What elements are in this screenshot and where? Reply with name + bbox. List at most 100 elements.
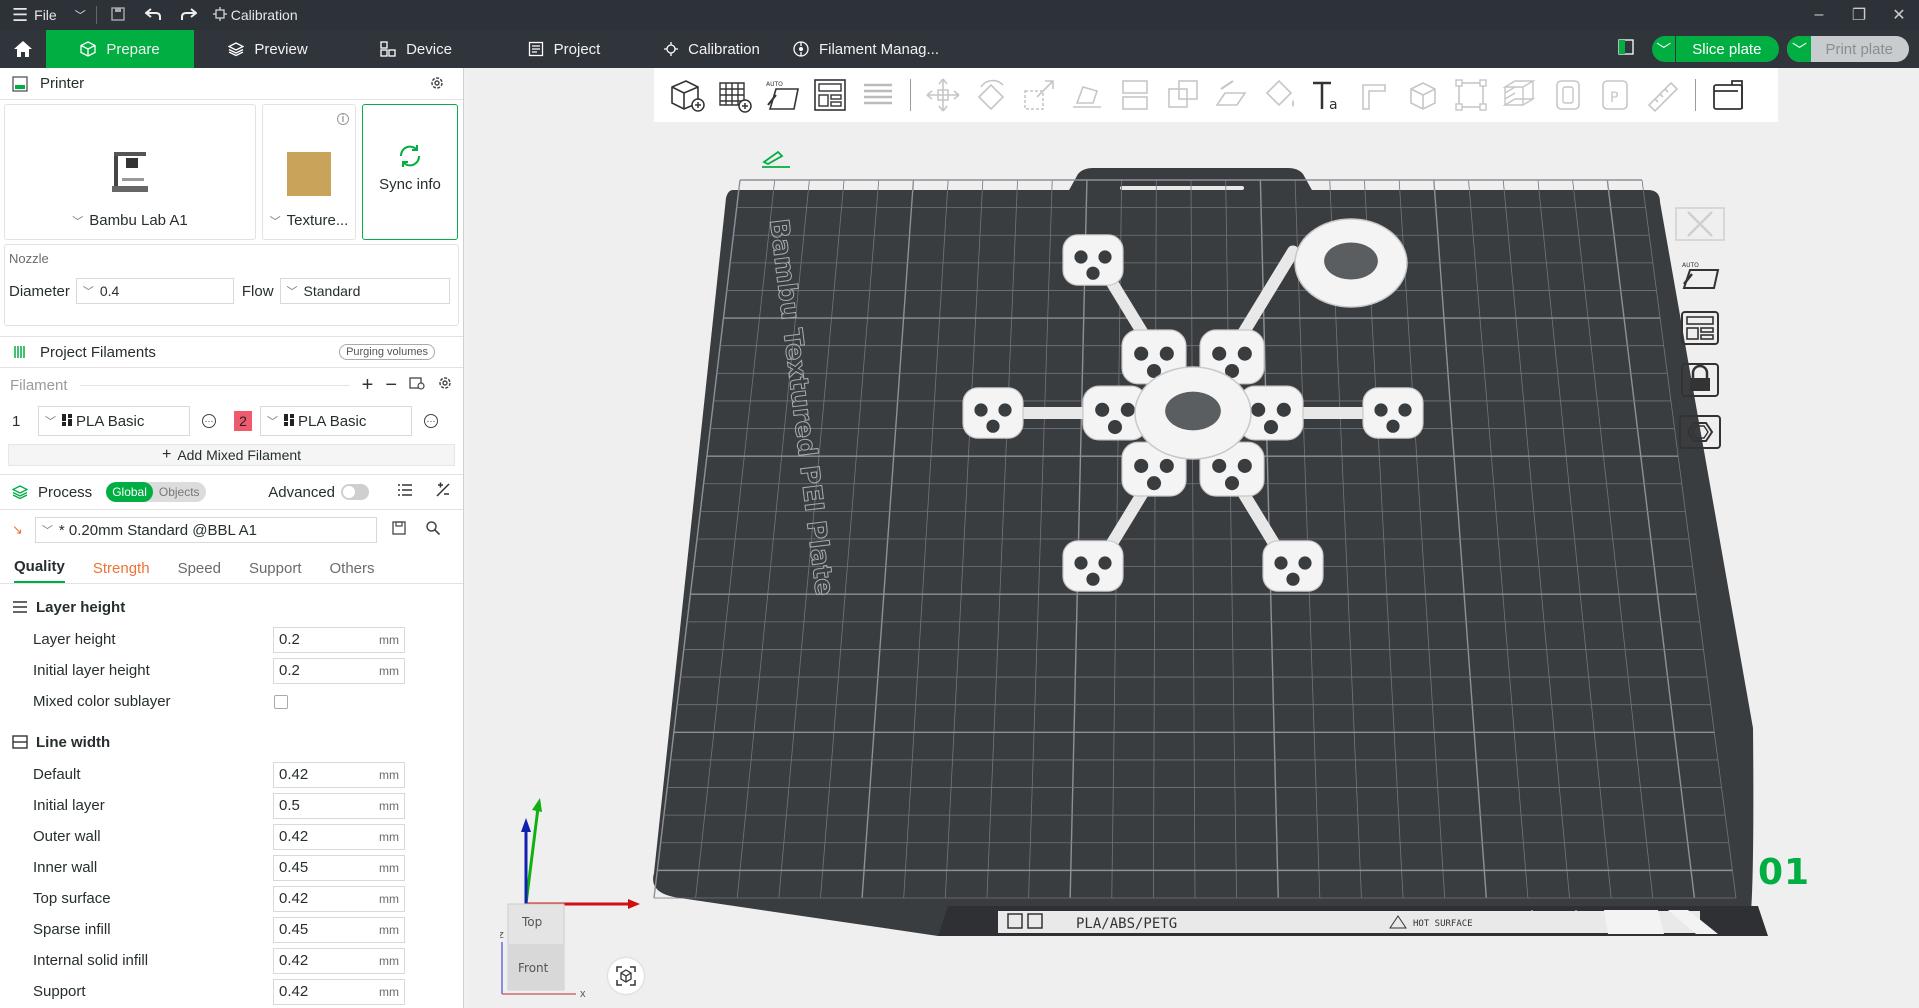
filament-select[interactable]: ﹀ PLA Basic bbox=[260, 406, 412, 436]
tab-quality[interactable]: Quality bbox=[14, 558, 65, 583]
rotate-button[interactable] bbox=[967, 71, 1015, 119]
assembly-button[interactable] bbox=[1399, 71, 1447, 119]
chevron-down-icon[interactable]: ﹀ bbox=[1787, 36, 1812, 62]
global-objects-toggle[interactable]: Global Objects bbox=[106, 482, 206, 502]
view-reset-button[interactable] bbox=[608, 958, 644, 994]
purging-volumes-button[interactable]: Purging volumes bbox=[339, 344, 435, 360]
redo-icon[interactable] bbox=[180, 7, 198, 24]
boolean-button[interactable] bbox=[1159, 71, 1207, 119]
tab-filament-manager[interactable]: Filament Manag... bbox=[786, 30, 946, 68]
process-section-icon bbox=[12, 484, 28, 500]
add-plate-button[interactable] bbox=[710, 71, 758, 119]
param-input[interactable]: 0.2 mm bbox=[273, 626, 405, 653]
tab-preview[interactable]: Preview bbox=[194, 30, 342, 68]
slice-plate-button[interactable]: ﹀ Slice plate bbox=[1652, 36, 1780, 62]
delete-plate-button[interactable] bbox=[1668, 198, 1732, 250]
plate-number[interactable]: 01 bbox=[1758, 852, 1810, 893]
support-paint-button[interactable] bbox=[1207, 71, 1255, 119]
print-plate-label: Print plate bbox=[1825, 40, 1893, 58]
compare-icon[interactable] bbox=[435, 482, 451, 502]
flow-select[interactable]: ﹀ Standard bbox=[279, 278, 450, 304]
param-input[interactable]: 0.5 mm bbox=[273, 792, 405, 819]
param-input[interactable]: 0.45 mm bbox=[273, 854, 405, 881]
search-icon[interactable] bbox=[425, 520, 441, 540]
param-name: Initial layer height bbox=[33, 662, 150, 679]
chevron-down-icon[interactable]: ﹀ bbox=[1652, 36, 1677, 62]
cut-button[interactable] bbox=[1111, 71, 1159, 119]
tab-prepare[interactable]: Prepare bbox=[46, 30, 194, 68]
param-input[interactable]: 0.42 mm bbox=[273, 823, 405, 850]
plate-auto-orient-button[interactable]: AUTO bbox=[1668, 250, 1732, 302]
close-icon[interactable]: ✕ bbox=[1879, 0, 1919, 30]
sync-info-button[interactable]: Sync info bbox=[362, 104, 458, 240]
param-input[interactable]: 0.42 mm bbox=[273, 885, 405, 912]
advanced-toggle[interactable]: Advanced bbox=[268, 482, 451, 502]
slice-layers-button[interactable] bbox=[1495, 71, 1543, 119]
list-icon[interactable] bbox=[397, 483, 413, 501]
file-menu[interactable]: ☰ File ﹀ bbox=[0, 0, 86, 30]
printer-select-card[interactable]: ﹀ Bambu Lab A1 bbox=[4, 104, 256, 240]
arrange-button[interactable] bbox=[806, 71, 854, 119]
param-input[interactable]: 0.42 mm bbox=[273, 978, 405, 1005]
tab-device[interactable]: Device bbox=[342, 30, 490, 68]
filament-select[interactable]: ﹀ PLA Basic bbox=[38, 406, 190, 436]
add-mixed-filament-button[interactable]: + Add Mixed Filament bbox=[8, 444, 455, 466]
cube-front-label[interactable]: Front bbox=[518, 961, 549, 975]
tab-strength[interactable]: Strength bbox=[93, 560, 150, 583]
cube-top-label[interactable]: Top bbox=[521, 915, 542, 929]
bounding-box-button[interactable] bbox=[1447, 71, 1495, 119]
printer-section-icon bbox=[12, 75, 30, 92]
param-input[interactable]: 0.42 mm bbox=[273, 947, 405, 974]
add-object-button[interactable] bbox=[662, 71, 710, 119]
filament-sync-icon[interactable] bbox=[409, 375, 425, 395]
auto-orient-button[interactable]: AUTO bbox=[758, 71, 806, 119]
save-icon[interactable] bbox=[111, 6, 125, 24]
advanced-switch[interactable] bbox=[341, 484, 369, 500]
filament-options-icon[interactable]: ··· bbox=[202, 414, 216, 428]
param-input[interactable]: 0.45 mm bbox=[273, 916, 405, 943]
seam-paint-button[interactable] bbox=[1255, 71, 1303, 119]
maximize-icon[interactable]: ❐ bbox=[1839, 0, 1879, 30]
gear-icon[interactable] bbox=[429, 75, 445, 95]
plate-lock-button[interactable] bbox=[1668, 354, 1732, 406]
undo-icon[interactable] bbox=[144, 7, 161, 24]
mixed-sublayer-checkbox[interactable] bbox=[274, 694, 288, 709]
diameter-select[interactable]: ﹀ 0.4 bbox=[75, 278, 234, 304]
move-button[interactable] bbox=[919, 71, 967, 119]
info-icon[interactable]: i bbox=[337, 113, 349, 125]
edit-plate-icon[interactable] bbox=[760, 148, 792, 172]
text-button[interactable]: a bbox=[1303, 71, 1351, 119]
minimize-icon[interactable]: – bbox=[1799, 0, 1839, 30]
view-object-button[interactable] bbox=[1543, 71, 1591, 119]
tab-calibration[interactable]: Calibration bbox=[638, 30, 786, 68]
plate-arrange-button[interactable] bbox=[1668, 302, 1732, 354]
scale-button[interactable] bbox=[1015, 71, 1063, 119]
measure-button[interactable] bbox=[1351, 71, 1399, 119]
split-layers-button[interactable] bbox=[854, 71, 902, 119]
save-preset-icon[interactable] bbox=[391, 520, 407, 540]
lay-on-face-button[interactable] bbox=[1063, 71, 1111, 119]
ruler-button[interactable] bbox=[1639, 71, 1687, 119]
tab-others[interactable]: Others bbox=[330, 560, 375, 583]
process-preset-select[interactable]: ﹀ * 0.20mm Standard @BBL A1 bbox=[34, 517, 377, 543]
view-cube[interactable]: Top Front z bbox=[498, 902, 576, 995]
tab-project[interactable]: Project bbox=[490, 30, 638, 68]
home-button[interactable] bbox=[0, 30, 46, 68]
split-view-button[interactable] bbox=[1704, 71, 1752, 119]
filament-options-icon[interactable]: ··· bbox=[424, 414, 438, 428]
plate-label-button[interactable]: P bbox=[1591, 71, 1639, 119]
plate-settings-button[interactable] bbox=[1668, 406, 1732, 458]
plate-select-card[interactable]: i ﹀ Texture... bbox=[262, 104, 356, 240]
print-plate-button[interactable]: ﹀ Print plate bbox=[1787, 36, 1909, 62]
param-input[interactable]: 0.42 mm bbox=[273, 761, 405, 788]
objects-toggle-option[interactable]: Objects bbox=[153, 482, 206, 502]
param-input[interactable]: 0.2 mm bbox=[273, 657, 405, 684]
gear-icon[interactable] bbox=[437, 375, 453, 395]
minus-icon[interactable]: − bbox=[385, 374, 397, 397]
plus-icon[interactable]: + bbox=[362, 374, 374, 397]
tab-support[interactable]: Support bbox=[249, 560, 302, 583]
plate-view-icon[interactable] bbox=[1618, 39, 1634, 59]
global-toggle-option[interactable]: Global bbox=[106, 482, 153, 502]
filament-number-color[interactable]: 2 bbox=[234, 411, 252, 431]
tab-speed[interactable]: Speed bbox=[178, 560, 221, 583]
